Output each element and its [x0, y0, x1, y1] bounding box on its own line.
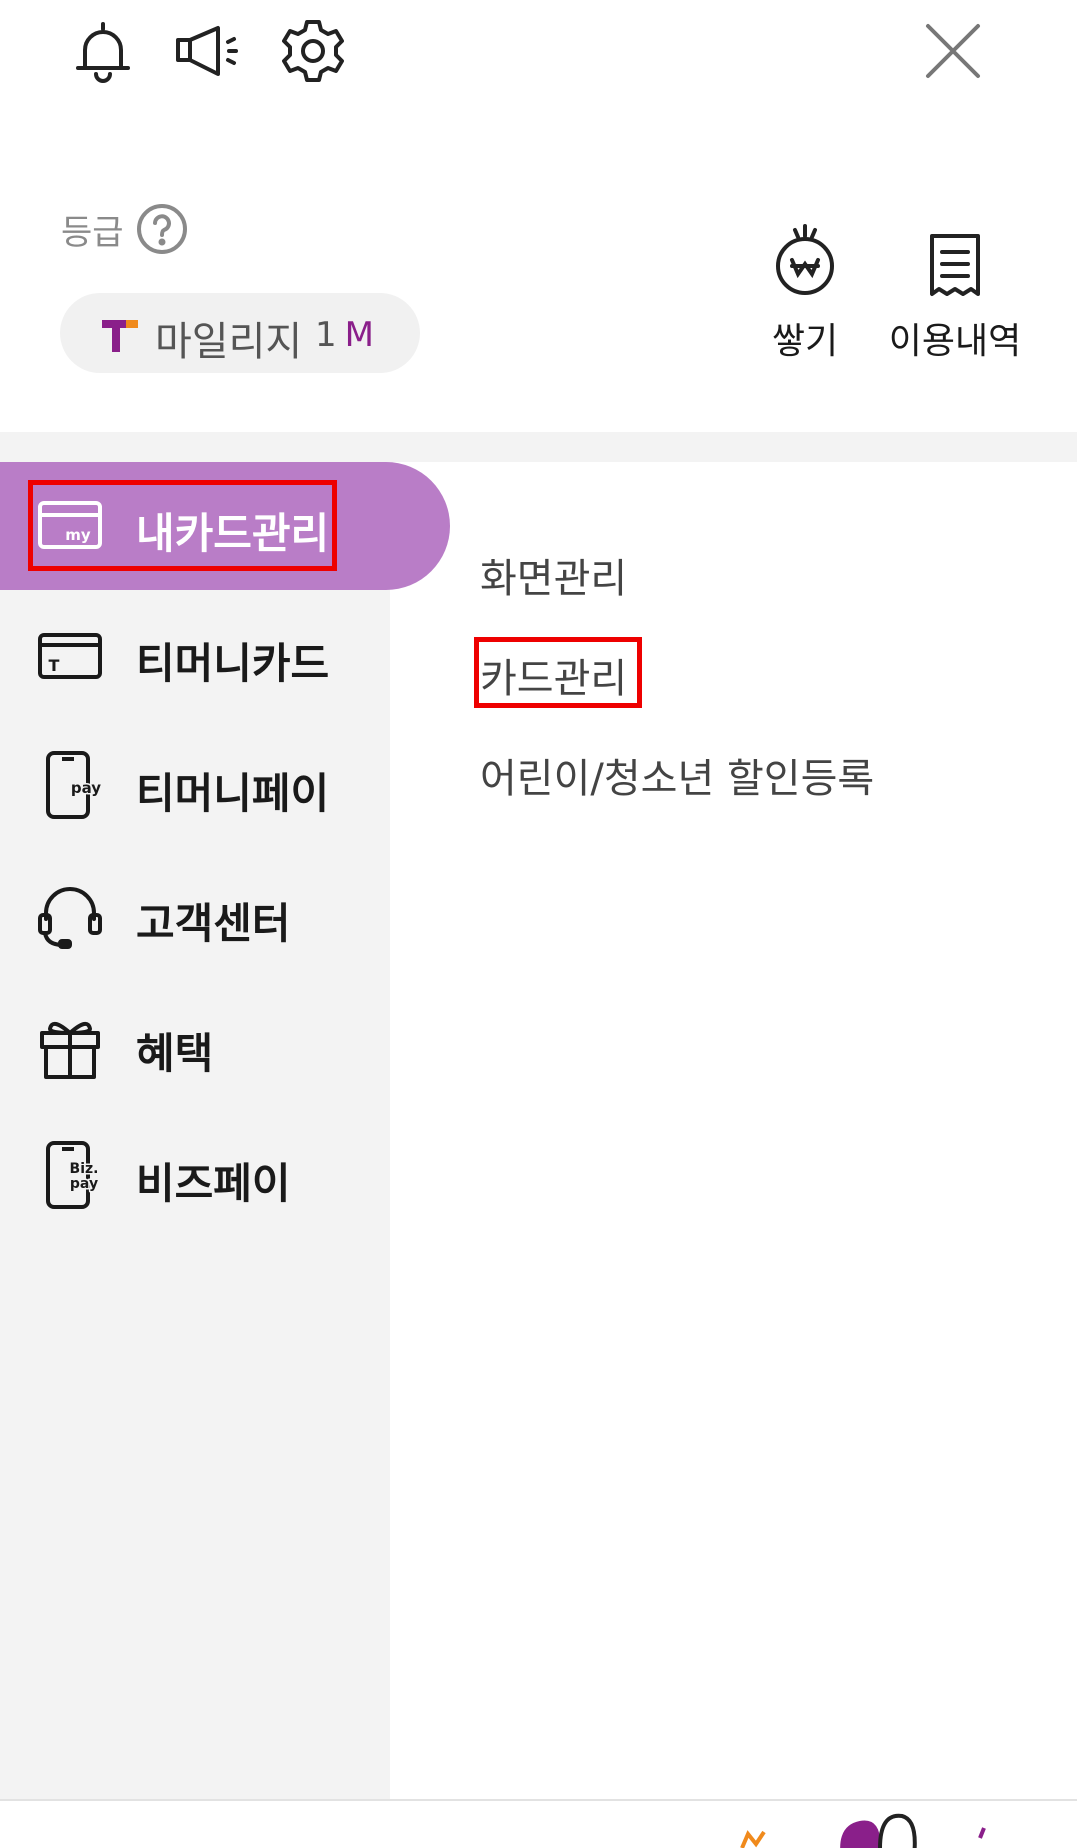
- mileage-label: 마일리지: [155, 319, 303, 365]
- question-circle-icon[interactable]: [135, 202, 189, 256]
- sidebar-item-my-card[interactable]: my 내카드관리: [0, 462, 450, 590]
- submenu-item-screen-management[interactable]: 화면관리: [480, 546, 627, 604]
- pay-phone-icon-text: pay: [71, 779, 101, 797]
- mascot-image: [730, 1808, 1030, 1848]
- headset-icon: [34, 879, 106, 951]
- gift-icon: [34, 1009, 106, 1081]
- tmoney-card-icon-text: T: [49, 656, 60, 675]
- my-card-icon: my: [34, 489, 106, 561]
- sidebar-item-benefits[interactable]: 혜택: [0, 982, 450, 1110]
- sidebar-item-label: 혜택: [136, 1029, 214, 1078]
- section-divider: [0, 432, 1077, 462]
- history-button[interactable]: 이용내역: [885, 222, 1025, 382]
- earn-button[interactable]: 쌓기: [760, 222, 850, 382]
- mileage-unit: M: [344, 315, 374, 355]
- sidebar-item-tmoney-pay[interactable]: pay 티머니페이: [0, 722, 450, 850]
- sidebar-item-customer-center[interactable]: 고객센터: [0, 852, 450, 980]
- megaphone-icon[interactable]: [172, 16, 242, 86]
- sidebar-item-label: 티머니카드: [136, 639, 330, 688]
- close-icon[interactable]: [918, 16, 988, 86]
- history-label: 이용내역: [888, 321, 1022, 362]
- bizpay-icon-text-biz: Biz.: [70, 1161, 99, 1177]
- earn-label: 쌓기: [771, 321, 839, 362]
- sidebar-item-label: 고객센터: [136, 899, 291, 948]
- sidebar-item-bizpay[interactable]: Biz. pay 비즈페이: [0, 1112, 450, 1240]
- bizpay-phone-icon: Biz. pay: [34, 1139, 106, 1211]
- bottom-divider: [0, 1799, 1077, 1801]
- bizpay-icon-text-pay: pay: [70, 1176, 98, 1192]
- mileage-pill[interactable]: 마일리지 1M: [60, 293, 420, 373]
- sidebar-item-label: 내카드관리: [136, 509, 330, 558]
- gear-icon[interactable]: [278, 16, 348, 86]
- my-card-icon-text: my: [65, 526, 91, 544]
- submenu-item-card-management[interactable]: 카드관리: [480, 646, 627, 704]
- sidebar-item-tmoney-card[interactable]: T 티머니카드: [0, 592, 450, 720]
- mileage-balance: 1M: [315, 315, 374, 355]
- mileage-amount: 1: [315, 315, 337, 355]
- grade-label: 등급: [61, 213, 124, 253]
- tmoney-card-icon: T: [34, 619, 106, 691]
- pay-phone-icon: pay: [34, 749, 106, 821]
- submenu-item-youth-discount[interactable]: 어린이/청소년 할인등록: [480, 746, 874, 804]
- coin-sprout-icon: [776, 224, 834, 295]
- sidebar-item-label: 비즈페이: [136, 1159, 291, 1208]
- receipt-icon: [930, 234, 980, 296]
- sidebar-item-label: 티머니페이: [136, 769, 330, 818]
- bell-icon[interactable]: [68, 16, 138, 86]
- tmoney-logo-icon: [98, 312, 142, 356]
